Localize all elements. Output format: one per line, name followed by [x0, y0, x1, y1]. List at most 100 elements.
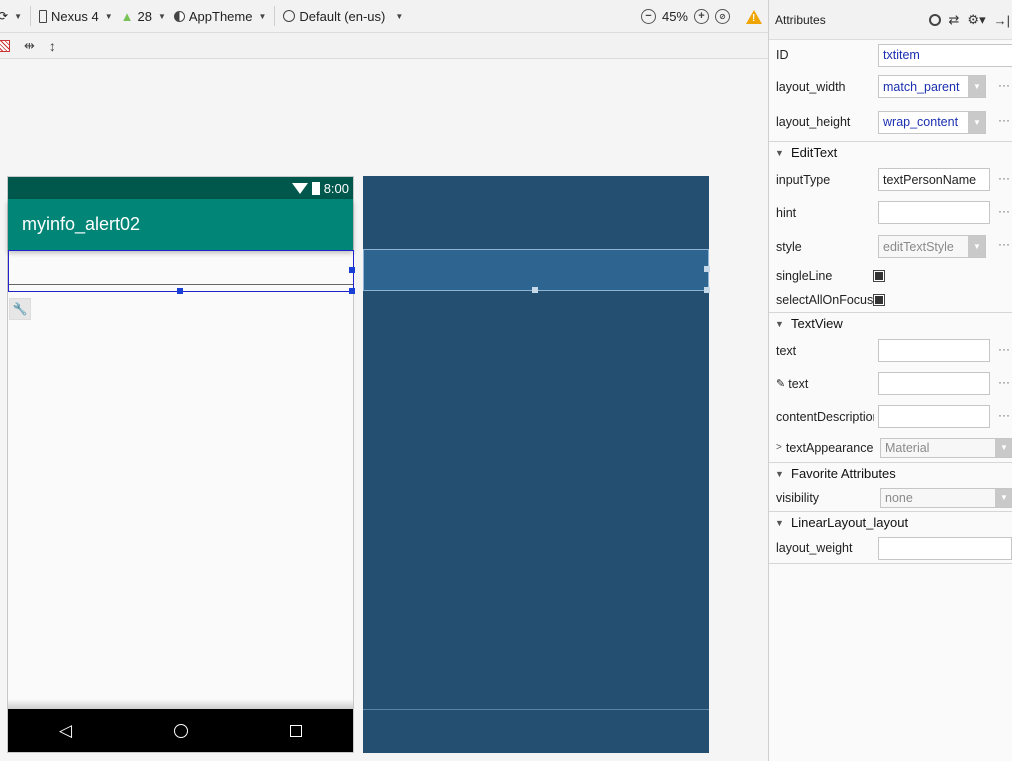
- zoom-level: 45%: [661, 9, 688, 24]
- more-icon[interactable]: ···: [998, 237, 1010, 251]
- warning-icon[interactable]: !: [746, 9, 762, 24]
- more-icon[interactable]: ···: [998, 78, 1010, 92]
- attr-row-singleline: singleLine: [769, 264, 1012, 288]
- attr-label: visibility: [776, 490, 820, 505]
- locale-dropdown[interactable]: Default (en-us) ▼: [279, 0, 407, 33]
- gear-icon[interactable]: ⚙▾: [967, 12, 985, 28]
- textappearance-dropdown[interactable]: Material ▼: [880, 437, 1012, 458]
- orientation-dropdown[interactable]: ⟳ ▼: [0, 0, 26, 33]
- section-favorite-attributes[interactable]: ▼ Favorite Attributes: [769, 462, 1012, 484]
- swap-icon[interactable]: ⇄: [949, 12, 960, 28]
- contentdescription-field[interactable]: [878, 405, 990, 428]
- globe-icon: [283, 10, 296, 22]
- api-level-dropdown[interactable]: ▲ 28 ▼: [117, 0, 170, 33]
- resize-handle-right[interactable]: [349, 267, 355, 273]
- attr-row-layout-weight: layout_weight: [769, 533, 1012, 563]
- locale-label: Default (en-us): [299, 8, 386, 24]
- home-icon: [174, 723, 189, 738]
- chevron-down-icon[interactable]: ▼: [995, 488, 1012, 507]
- expand-horizontal-icon[interactable]: ⇹: [24, 38, 35, 54]
- attr-row-hint: hint ···: [769, 196, 1012, 229]
- blueprint-handle-right[interactable]: [704, 266, 710, 272]
- attributes-panel: Attributes ⇄ ⚙▾ →| ID txtitem layout_wid…: [768, 0, 1012, 761]
- edittext-underline: [9, 284, 353, 285]
- panel-divider: [769, 563, 1012, 564]
- more-icon[interactable]: ···: [998, 375, 1010, 389]
- panel-title: Attributes: [775, 12, 826, 27]
- section-title: LinearLayout_layout: [791, 515, 909, 530]
- attr-label: layout_width: [776, 79, 846, 94]
- section-textview[interactable]: ▼ TextView: [769, 312, 1012, 334]
- blueprint-preview[interactable]: [363, 176, 710, 753]
- chevron-down-icon: ▼: [775, 468, 784, 479]
- blueprint-handle-corner[interactable]: [704, 287, 710, 293]
- phone-icon: [38, 9, 47, 23]
- text-field[interactable]: [878, 339, 990, 362]
- brush-icon: ✎: [776, 378, 786, 390]
- visibility-value: none: [885, 490, 913, 505]
- status-time: 8:00: [323, 180, 349, 196]
- zoom-in-icon[interactable]: +: [694, 9, 709, 24]
- layout-height-dropdown[interactable]: wrap_content ▼: [878, 110, 986, 134]
- attr-label: style: [776, 239, 802, 254]
- resize-handle-bottom[interactable]: [177, 288, 183, 294]
- chevron-down-icon[interactable]: ▼: [995, 438, 1012, 457]
- attr-label-text: text: [788, 376, 809, 391]
- expand-vertical-icon[interactable]: ↕: [49, 38, 56, 54]
- layout-weight-field[interactable]: [878, 536, 1012, 560]
- chevron-down-icon[interactable]: ▼: [968, 236, 985, 257]
- chevron-down-icon[interactable]: ▼: [968, 111, 985, 133]
- style-value: editTextStyle: [883, 239, 954, 254]
- style-dropdown[interactable]: editTextStyle ▼: [878, 235, 986, 258]
- resize-handle-corner[interactable]: [349, 288, 355, 294]
- layout-width-dropdown[interactable]: match_parent ▼: [878, 75, 986, 98]
- theme-label: AppTheme: [188, 8, 253, 24]
- collapse-panel-icon[interactable]: →|: [994, 13, 1010, 28]
- inputtype-field[interactable]: textPersonName: [878, 168, 990, 191]
- zoom-controls: − 45% + ⊘ !: [640, 0, 768, 33]
- nav-shadow: [8, 699, 353, 709]
- search-icon[interactable]: [928, 14, 941, 26]
- attr-row-visibility: visibility none ▼: [769, 484, 1012, 511]
- device-dropdown[interactable]: Nexus 4 ▼: [35, 0, 117, 33]
- section-edittext[interactable]: ▼ EditText: [769, 141, 1012, 163]
- attr-label: contentDescription: [776, 409, 874, 424]
- toolbar-divider: [274, 6, 276, 26]
- secondary-toolbar: ⇹ ↕: [0, 33, 768, 59]
- app-bar: myinfo_alert02: [8, 199, 353, 250]
- attr-label[interactable]: > textAppearance: [776, 441, 874, 455]
- hint-field[interactable]: [878, 201, 990, 224]
- section-linearlayout-layout[interactable]: ▼ LinearLayout_layout: [769, 511, 1012, 533]
- attr-label: hint: [776, 205, 797, 220]
- blueprint-handle-bottom[interactable]: [532, 287, 538, 293]
- singleline-checkbox[interactable]: [873, 270, 885, 282]
- selectallonfocus-checkbox[interactable]: [873, 294, 885, 306]
- design-preview[interactable]: 8:00 myinfo_alert02 🔧 ◁: [7, 176, 355, 753]
- constraints-icon[interactable]: [0, 39, 10, 52]
- attr-label: ✎ text: [776, 377, 874, 391]
- wrench-icon[interactable]: 🔧: [9, 298, 31, 320]
- visibility-dropdown[interactable]: none ▼: [880, 487, 1012, 508]
- device-label: Nexus 4: [50, 8, 99, 24]
- zoom-fit-icon[interactable]: ⊘: [715, 9, 730, 24]
- attr-label: layout_height: [776, 115, 851, 129]
- zoom-out-icon[interactable]: −: [640, 9, 656, 24]
- more-icon[interactable]: ···: [998, 408, 1010, 422]
- attributes-header: Attributes ⇄ ⚙▾ →|: [769, 0, 1012, 40]
- blueprint-selected-edittext[interactable]: [363, 249, 710, 293]
- app-title: myinfo_alert02: [22, 214, 141, 234]
- theme-dropdown[interactable]: AppTheme ▼: [170, 0, 271, 33]
- id-field[interactable]: txtitem: [878, 43, 1012, 67]
- more-icon[interactable]: ···: [998, 342, 1010, 356]
- more-icon[interactable]: ···: [998, 204, 1010, 218]
- selected-edittext[interactable]: [8, 250, 355, 294]
- wifi-icon: [291, 182, 308, 194]
- section-title: EditText: [791, 145, 838, 160]
- tools-text-field[interactable]: [878, 372, 990, 395]
- more-icon[interactable]: ···: [998, 113, 1010, 127]
- more-icon[interactable]: ···: [998, 171, 1010, 185]
- layout-width-value: match_parent: [883, 79, 960, 94]
- attr-label: inputType: [776, 172, 831, 187]
- status-bar: 8:00: [8, 177, 353, 199]
- chevron-down-icon[interactable]: ▼: [968, 76, 985, 97]
